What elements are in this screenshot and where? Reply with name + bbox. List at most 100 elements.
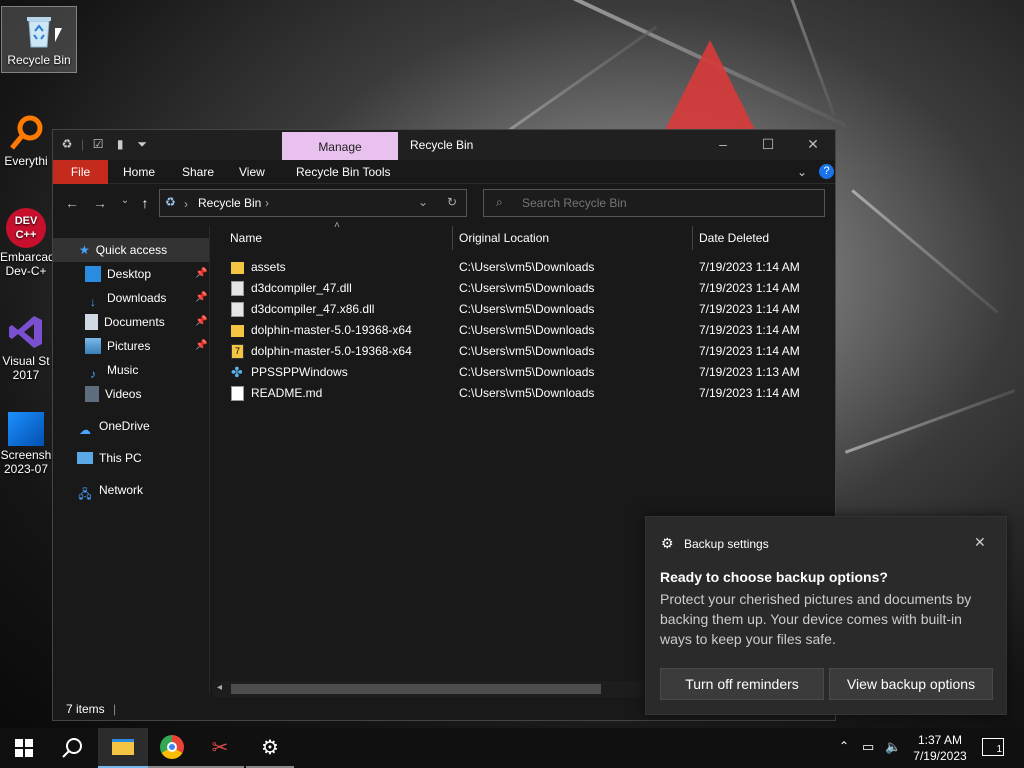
minimize-button[interactable]: – [713, 136, 733, 154]
star-icon: ★ [79, 243, 90, 257]
start-button[interactable] [0, 728, 48, 768]
7z-archive-icon: 7 [231, 344, 244, 359]
tab-recycle-bin-tools[interactable]: Recycle Bin Tools [296, 160, 391, 184]
search-input[interactable] [522, 194, 812, 212]
up-arrow-icon[interactable]: ↑ [136, 195, 154, 213]
recent-locations-chevron-icon[interactable]: ⌄ [116, 195, 134, 213]
file-name: README.md [251, 386, 323, 400]
scroll-left-icon[interactable]: ◂ [217, 682, 222, 693]
table-row[interactable]: README.md C:\Users\vm5\Downloads 7/19/20… [211, 383, 835, 404]
address-bar[interactable]: ♻ › Recycle Bin › ⌄ ↻ [159, 189, 467, 217]
file-date: 7/19/2023 1:14 AM [699, 323, 800, 337]
column-divider[interactable] [692, 226, 693, 250]
turn-off-reminders-button[interactable]: Turn off reminders [660, 668, 824, 700]
nav-label: Videos [105, 387, 142, 401]
column-header-date-deleted[interactable]: Date Deleted [699, 226, 769, 250]
nav-network[interactable]: 🖧 Network [77, 478, 143, 502]
properties-check-icon[interactable]: ☑ [90, 136, 106, 152]
taskbar-chrome[interactable] [148, 728, 196, 768]
screenshot-file-icon [8, 412, 44, 446]
forward-arrow-icon[interactable]: → [91, 195, 109, 213]
recycle-bin-small-icon: ♻ [165, 195, 176, 209]
table-row[interactable]: d3dcompiler_47.x86.dll C:\Users\vm5\Down… [211, 299, 835, 320]
ribbon-expand-chevron-icon[interactable]: ⌄ [797, 160, 807, 184]
view-backup-options-button[interactable]: View backup options [829, 668, 993, 700]
breadcrumb-recycle-bin[interactable]: Recycle Bin [198, 196, 261, 210]
search-icon [62, 738, 82, 758]
desktop-icon-label: Everythi [4, 154, 48, 168]
nav-label: Desktop [107, 267, 152, 281]
tab-view[interactable]: View [239, 160, 265, 184]
file-date: 7/19/2023 1:13 AM [699, 365, 800, 379]
taskbar-snipping-tool[interactable]: ✂ [196, 728, 244, 768]
scrollbar-thumb[interactable] [231, 684, 601, 694]
status-divider: | [113, 702, 117, 716]
table-row[interactable]: ✤ PPSSPPWindows C:\Users\vm5\Downloads 7… [211, 362, 835, 383]
desktop-icon-label-line2: 2023-07 [3, 462, 49, 476]
nav-this-pc[interactable]: This PC [77, 446, 142, 470]
table-row[interactable]: dolphin-master-5.0-19368-x64 C:\Users\vm… [211, 320, 835, 341]
close-button[interactable]: ✕ [803, 136, 823, 154]
desktop-icon-screenshot[interactable]: Screensh 2023-07 [0, 408, 52, 476]
address-dropdown-icon[interactable]: ⌄ [418, 195, 428, 209]
tab-file[interactable]: File [53, 160, 108, 184]
maximize-button[interactable]: ☐ [758, 136, 778, 154]
nav-label: Network [99, 483, 144, 497]
tab-home[interactable]: Home [123, 160, 155, 184]
file-explorer-icon [112, 739, 134, 755]
backup-notification-toast: ⚙ Backup settings ✕ Ready to choose back… [645, 516, 1007, 715]
nav-item-pictures[interactable]: Pictures [85, 334, 150, 358]
desktop-icon-label-line2: Dev-C+ [5, 264, 47, 278]
snipping-tool-icon: ✂ [211, 736, 229, 759]
network-status-icon[interactable]: ▭ [862, 739, 874, 755]
nav-onedrive[interactable]: ☁ OneDrive [77, 414, 150, 438]
nav-item-documents[interactable]: Documents [85, 310, 165, 334]
nav-item-desktop[interactable]: Desktop [85, 262, 151, 286]
nav-quick-access[interactable]: ★ Quick access [53, 238, 209, 262]
column-divider[interactable] [452, 226, 453, 250]
desktop-icon-label: Recycle Bin [7, 53, 71, 67]
toast-close-icon[interactable]: ✕ [974, 534, 986, 551]
wallpaper-red-shape [665, 40, 755, 130]
nav-label: OneDrive [99, 419, 150, 433]
column-header-original-location[interactable]: Original Location [459, 226, 549, 250]
file-date: 7/19/2023 1:14 AM [699, 302, 800, 316]
breadcrumb-separator-icon: › [184, 197, 188, 211]
nav-item-music[interactable]: ♪ Music [85, 358, 138, 382]
table-row[interactable]: d3dcompiler_47.dll C:\Users\vm5\Download… [211, 278, 835, 299]
refresh-icon[interactable]: ↻ [447, 195, 457, 209]
file-location: C:\Users\vm5\Downloads [459, 302, 595, 316]
taskbar-file-explorer[interactable] [98, 728, 148, 768]
search-box[interactable]: ⌕ [483, 189, 825, 217]
desktop-icon-recycle-bin[interactable]: Recycle Bin [1, 6, 77, 73]
table-row[interactable]: assets C:\Users\vm5\Downloads 7/19/2023 … [211, 257, 835, 278]
tab-share[interactable]: Share [182, 160, 214, 184]
desktop-icon-devcpp[interactable]: DEV C++ Embarcad Dev-C+ [0, 204, 52, 278]
ribbon-tabs: File Home Share View Recycle Bin Tools ⌄… [53, 160, 835, 184]
system-clock[interactable]: 1:37 AM 7/19/2023 [905, 732, 975, 764]
table-row[interactable]: 7 dolphin-master-5.0-19368-x64 C:\Users\… [211, 341, 835, 362]
desktop-icon-everything[interactable]: Everythi [0, 108, 52, 168]
nav-item-downloads[interactable]: ↓ Downloads [85, 286, 166, 310]
recycle-bin-small-icon[interactable]: ♻ [59, 136, 75, 152]
search-button[interactable] [48, 728, 96, 768]
volume-muted-icon[interactable]: 🔈 [885, 739, 901, 755]
nav-label: Downloads [107, 291, 167, 305]
blank-page-icon[interactable]: ▮ [112, 136, 128, 152]
notification-center-button[interactable]: 1 [982, 738, 1004, 756]
help-icon[interactable]: ? [819, 164, 834, 179]
desktop-icon-visual-studio[interactable]: Visual St 2017 [0, 308, 52, 382]
show-hidden-icons-chevron-icon[interactable]: ⌃ [839, 739, 849, 753]
toast-body: Protect your cherished pictures and docu… [660, 591, 972, 647]
file-location: C:\Users\vm5\Downloads [459, 323, 595, 337]
nav-item-videos[interactable]: Videos [85, 382, 141, 406]
notification-count-badge: 1 [996, 744, 1002, 755]
taskbar-settings[interactable]: ⚙ [246, 728, 294, 768]
breadcrumb-chevron-icon[interactable]: › [265, 196, 269, 210]
column-header-name[interactable]: Name [230, 226, 262, 250]
recycle-bin-icon [19, 11, 59, 51]
back-arrow-icon[interactable]: ← [63, 195, 81, 213]
qat-dropdown-icon[interactable]: ⏷ [134, 136, 150, 152]
sort-up-chevron-icon: ˄ [334, 220, 340, 231]
tab-manage[interactable]: Manage [282, 132, 398, 160]
